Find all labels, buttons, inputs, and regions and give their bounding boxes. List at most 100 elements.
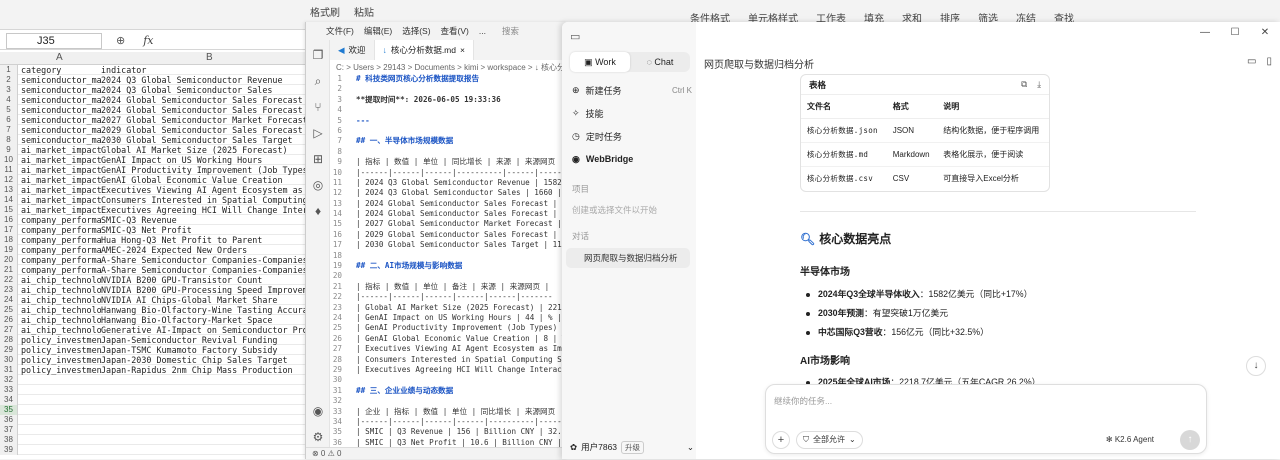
row-number[interactable]: 7 (0, 125, 18, 135)
cell-a[interactable]: ai_chip_technology (21, 275, 101, 285)
row-number[interactable]: 18 (0, 235, 18, 245)
download-icon[interactable]: ⤓ (1037, 79, 1041, 90)
table-row[interactable]: 31 policy_investment Japan-Rapidus 2nm Chi… (0, 365, 305, 375)
search-icon[interactable]: ⌕ (311, 74, 325, 88)
cell-b[interactable]: 2027 Global Semiconductor Market Forecas… (101, 115, 305, 125)
table-row[interactable]: 6semiconductor_mark2027 Global Semicondu… (0, 115, 305, 125)
col-header-b[interactable]: B (206, 52, 213, 63)
cell-b[interactable]: GenAI Global Economic Value Creation (101, 175, 305, 185)
table-row[interactable]: 13 ai_market_impact Executives Viewing AI … (0, 185, 305, 195)
cell-b[interactable]: GenAI Impact on US Working Hours (101, 155, 305, 165)
row-number[interactable]: 26 (0, 315, 18, 325)
table-row[interactable]: 25ai_chip_technologyHanwang Bio-Olfactor… (0, 305, 305, 315)
code-line[interactable]: 17 | 2030 Global Semiconductor Sales Targ… (330, 240, 567, 250)
code-line[interactable]: 20 (330, 271, 567, 281)
tab-welcome[interactable]: ◀ 欢迎 (330, 40, 375, 60)
cell-a[interactable]: company_performanc (21, 225, 101, 235)
table-row[interactable]: 24ai_chip_technologyNVIDIA AI Chips-Glob… (0, 295, 305, 305)
nav-webbridge[interactable]: ◉ WebBridge (572, 152, 692, 166)
row-number[interactable]: 30 (0, 355, 18, 365)
cell-a[interactable]: ai_market_impact (21, 155, 101, 165)
sheet-grid[interactable]: 1categoryindicator2semiconductor_mark202… (0, 65, 305, 455)
cell-b[interactable]: Hanwang Bio-Olfactory-Market Space (101, 315, 305, 325)
table-row[interactable]: 22ai_chip_technologyNVIDIA B200 GPU-Tran… (0, 275, 305, 285)
table-row[interactable]: 28 policy_investment Japan-Semiconductor R… (0, 335, 305, 345)
status-bar[interactable]: ⊗ 0 ⚠ 0 (306, 447, 567, 459)
settings-gear-icon[interactable]: ⚙ (311, 430, 325, 444)
cell-a[interactable]: ai_chip_technology (21, 305, 101, 315)
table-row[interactable]: 29 policy_investment Japan-TSMC Kumamoto F… (0, 345, 305, 355)
code-line[interactable]: 16 | 2029 Global Semiconductor Sales Fore… (330, 230, 567, 240)
cell-b[interactable]: Japan-Semiconductor Revival Funding (101, 335, 305, 345)
code-line[interactable]: 14 | 2024 Global Semiconductor Sales Fore… (330, 209, 567, 219)
table-row[interactable]: 16company_performancSMIC-Q3 Revenue (0, 215, 305, 225)
table-row[interactable]: 17company_performancSMIC-Q3 Net Profit (0, 225, 305, 235)
cell-a[interactable]: semiconductor_mark (21, 85, 101, 95)
code-line[interactable]: 1 # 科技类网页核心分析数据提取报告 (330, 74, 567, 84)
code-line[interactable]: 10 |------|------|------|----------|-----… (330, 168, 567, 178)
code-line[interactable]: 26 | GenAI Global Economic Value Creation… (330, 334, 567, 344)
row-number[interactable]: 21 (0, 265, 18, 275)
close-window-icon[interactable]: ✕ (1250, 22, 1280, 44)
code-line[interactable]: 30 (330, 375, 567, 385)
row-number[interactable]: 2 (0, 75, 18, 85)
cell-a[interactable]: company_performanc (21, 245, 101, 255)
code-line[interactable]: 5 --- (330, 116, 567, 126)
cell-b[interactable]: Japan-Rapidus 2nm Chip Mass Production (101, 365, 305, 375)
table-row[interactable]: 8semiconductor_mark2030 Global Semicondu… (0, 135, 305, 145)
table-row[interactable]: 14 ai_market_impact Consumers Interested i… (0, 195, 305, 205)
code-editor[interactable]: 1 # 科技类网页核心分析数据提取报告 2 3 **提取时间**: 2026-06-05… (330, 74, 567, 447)
cell-b[interactable]: 2030 Global Semiconductor Sales Target (101, 135, 305, 145)
cell-a[interactable]: ai_market_impact (21, 165, 101, 175)
user-profile[interactable]: ✿ 用户7863 升级 ⌄ (570, 439, 694, 455)
menu-more[interactable]: ... (479, 26, 486, 36)
code-line[interactable]: 36 | SMIC | Q3 Net Profit | 10.6 | Billio… (330, 438, 567, 447)
code-line[interactable]: 3 **提取时间**: 2026-06-05 19:33:36 (330, 95, 567, 105)
panel-icon[interactable]: ▯ (1266, 56, 1272, 67)
code-line[interactable]: 19 ## 二、AI市场规模与影响数据 (330, 261, 567, 271)
cell-a[interactable]: company_performanc (21, 235, 101, 245)
row-number[interactable]: 31 (0, 365, 18, 375)
cell-a[interactable]: company_performanc (21, 255, 101, 265)
cell-b[interactable]: Hanwang Bio-Olfactory-Wine Tasting Accur… (101, 305, 305, 315)
cell-a[interactable]: policy_investment (21, 345, 101, 355)
table-row[interactable]: 18company_performancHua Hong-Q3 Net Prof… (0, 235, 305, 245)
table-row[interactable]: 35 (0, 405, 305, 415)
minimize-icon[interactable]: — (1190, 22, 1220, 44)
maximize-icon[interactable]: ☐ (1220, 22, 1250, 44)
menu-view[interactable]: 查看(V) (441, 25, 469, 37)
close-icon[interactable]: × (460, 40, 465, 60)
cell-b[interactable]: 2024 Global Semiconductor Sales Forecast (101, 95, 305, 105)
cell-a[interactable]: policy_investment (21, 355, 101, 365)
cell-b[interactable]: Hua Hong-Q3 Net Profit to Parent (101, 235, 305, 245)
code-line[interactable]: 6 (330, 126, 567, 136)
row-number[interactable]: 39 (0, 445, 18, 455)
extensions-icon[interactable]: ⊞ (311, 152, 325, 166)
code-line[interactable]: 25 | GenAI Productivity Improvement (Job … (330, 323, 567, 333)
composer-input[interactable]: 继续你的任务... (774, 395, 832, 407)
cell-a[interactable]: ai_market_impact (21, 145, 101, 155)
ribbon-btn-format-painter[interactable]: 格式刷 (310, 4, 340, 19)
code-line[interactable]: 29 | Executives Agreeing HCI Will Change … (330, 365, 567, 375)
cell-b[interactable]: 2024 Global Semiconductor Sales Forecast (101, 105, 305, 115)
table-row[interactable]: 1 category indicator (0, 65, 305, 75)
table-row[interactable]: 37 (0, 425, 305, 435)
breadcrumb[interactable]: C: > Users > 29143 > Documents > kimi > … (336, 62, 567, 74)
folder-icon[interactable]: ▭ (1247, 56, 1256, 67)
mode-chat[interactable]: ◌ Chat (630, 52, 690, 72)
cell-b[interactable]: Japan-TSMC Kumamoto Factory Subsidy (101, 345, 305, 355)
model-selector[interactable]: ✻ K2.6 Agent (1106, 435, 1154, 444)
table-row[interactable]: 27ai_chip_technologyGenerative AI-Impact… (0, 325, 305, 335)
project-placeholder[interactable]: 创建或选择文件以开始 (572, 204, 657, 216)
row-number[interactable]: 14 (0, 195, 18, 205)
code-line[interactable]: 28 | Consumers Interested in Spatial Comp… (330, 355, 567, 365)
row-number[interactable]: 32 (0, 375, 18, 385)
row-number[interactable]: 28 (0, 335, 18, 345)
table-row[interactable]: 33 (0, 385, 305, 395)
code-line[interactable]: 24 | GenAI Impact on US Working Hours | 4… (330, 313, 567, 323)
table-row[interactable]: 32 (0, 375, 305, 385)
row-number[interactable]: 17 (0, 225, 18, 235)
row-number[interactable]: 34 (0, 395, 18, 405)
row-number[interactable]: 1 (0, 65, 18, 75)
table-row[interactable]: 15 ai_market_impact Executives Agreeing HC… (0, 205, 305, 215)
